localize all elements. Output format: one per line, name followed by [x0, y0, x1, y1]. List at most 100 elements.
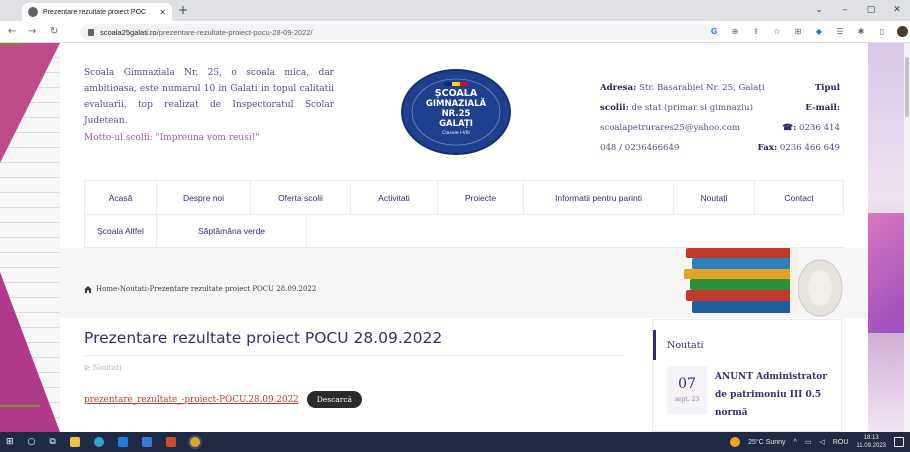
lock-icon: [88, 28, 94, 36]
nav-row: Școala Altfel Săptămâna verde: [84, 214, 844, 248]
phone-icon: ☎: [782, 123, 794, 133]
email-label: E-mail:: [805, 103, 840, 113]
profile-avatar[interactable]: [897, 26, 908, 37]
minimize-button[interactable]: –: [838, 2, 852, 18]
folder-icon: ⊵: [84, 363, 91, 372]
sidepanel-icon[interactable]: ▯: [876, 26, 888, 38]
browser-tab[interactable]: Prezentare rezultate proiect POC ✕: [22, 3, 172, 21]
url-domain: scoala25galati.ro: [100, 27, 157, 37]
phone-value-2: 048 / 0236466649: [600, 143, 680, 153]
address-label: Adresa:: [600, 83, 637, 93]
contact-row: Adresa: Str. Basarabiei Nr. 25, Galați T…: [600, 78, 840, 98]
taskbar-apps: ⊞ ○ ⧉: [6, 432, 200, 452]
email-value[interactable]: scoalapetrurares25@yahoo.com: [600, 118, 740, 138]
post-title: Prezentare rezultate proiect POCU 28.09.…: [84, 329, 443, 347]
sidebar-accent: [653, 330, 656, 360]
store-icon[interactable]: [141, 437, 152, 447]
close-window-button[interactable]: ✕: [890, 2, 904, 18]
reload-icon[interactable]: ↻: [50, 25, 58, 39]
extension-icon[interactable]: ⊞: [792, 26, 804, 38]
nav-item-oferta-scolii[interactable]: Oferta scolii: [251, 181, 351, 214]
address-value: Str. Basarabiei Nr. 25, Galați: [639, 83, 765, 93]
nav-item-contact[interactable]: Contact: [755, 181, 844, 214]
bookmark-star-icon[interactable]: ☆: [771, 26, 783, 38]
nav-item-scoala-altfel[interactable]: Școala Altfel: [84, 215, 157, 247]
tray-chevron-icon[interactable]: ^: [794, 439, 797, 446]
notification-icon[interactable]: [894, 437, 904, 447]
maximize-button[interactable]: ▢: [864, 2, 878, 18]
page-viewport: Scoala Gimnaziala Nr. 25, o scoala mica,…: [0, 43, 910, 432]
decor-line: [0, 405, 40, 407]
nav-item-proiecte[interactable]: Proiecte: [438, 181, 524, 214]
breadcrumb-section[interactable]: Noutati: [120, 285, 147, 293]
file-explorer-icon[interactable]: [69, 437, 80, 447]
contact-block: Adresa: Str. Basarabiei Nr. 25, Galați T…: [600, 78, 840, 158]
address-bar[interactable]: scoala25galati.ro/prezentare-rezultate-p…: [80, 24, 720, 40]
nav-item-acasa[interactable]: Acasă: [84, 181, 157, 214]
windows-start-icon[interactable]: ⊞: [6, 437, 14, 447]
extension-diamond-icon[interactable]: ◆: [813, 26, 825, 38]
nav-item-informatii-parinti[interactable]: Informatii pentru parinti: [524, 181, 674, 214]
powerpoint-icon[interactable]: [165, 437, 176, 447]
home-icon: [84, 285, 92, 293]
tab-search-icon[interactable]: ⌄: [812, 2, 826, 18]
tab-title: Prezentare rezultate proiect POC: [43, 8, 147, 16]
globe-icon: [28, 7, 38, 17]
mail-icon[interactable]: [117, 437, 128, 447]
chrome-icon[interactable]: [189, 437, 200, 447]
network-icon[interactable]: ▭: [805, 438, 812, 446]
logo-line4: GALAȚI: [439, 119, 473, 129]
breadcrumb: Home › Noutati › Prezentare rezultate pr…: [84, 285, 316, 293]
close-tab-icon[interactable]: ✕: [159, 8, 166, 17]
forward-arrow-icon[interactable]: →: [28, 25, 36, 39]
weather-icon: [730, 437, 741, 447]
url-text: scoala25galati.ro/prezentare-rezultate-p…: [100, 28, 313, 37]
background-decoration: [0, 272, 60, 432]
post-category: ⊵ Noutati: [84, 363, 122, 372]
clock-time: 18:13: [863, 435, 879, 441]
logo-line3: NR.25: [442, 109, 471, 119]
scrollbar-thumb[interactable]: [905, 57, 909, 117]
search-icon[interactable]: ○: [28, 437, 36, 447]
weather-text[interactable]: 25°C Sunny: [748, 439, 785, 446]
zoom-icon[interactable]: ⊕: [729, 26, 741, 38]
page-scrollbar[interactable]: [904, 43, 910, 432]
extension-list-icon[interactable]: ☰: [834, 26, 846, 38]
breadcrumb-current: Prezentare rezultate proiect POCU 28.09.…: [149, 285, 317, 293]
attachment-row: prezentare_rezultate_-proiect-POCU.28.09…: [84, 391, 363, 408]
new-tab-button[interactable]: +: [178, 3, 188, 17]
clock-date: 11.09.2023: [856, 443, 886, 449]
breadcrumb-band: Home › Noutati › Prezentare rezultate pr…: [60, 248, 868, 318]
nav-item-noutati[interactable]: Noutați: [674, 181, 755, 214]
news-date-month: sept. 23: [674, 396, 700, 403]
nav-item-despre-noi[interactable]: Despre noi: [157, 181, 251, 214]
books-illustration: [684, 248, 843, 317]
school-logo[interactable]: ȘCOALA GIMNAZIALĂ NR.25 GALAȚI Clasele I…: [400, 69, 512, 155]
volume-icon[interactable]: ◁: [819, 438, 824, 446]
post-category-link[interactable]: Noutati: [93, 363, 122, 372]
logo-line1: ȘCOALA: [435, 88, 478, 99]
language-indicator[interactable]: ROU: [833, 439, 849, 446]
download-button[interactable]: Descarcă: [306, 391, 363, 408]
share-icon[interactable]: ⇪: [750, 26, 762, 38]
back-arrow-icon[interactable]: ←: [8, 25, 16, 39]
type-value: de stat (primar si gimnaziu): [631, 103, 753, 113]
taskbar-clock[interactable]: 18:13 11.09.2023: [856, 434, 886, 450]
puzzle-icon[interactable]: ✱: [855, 26, 867, 38]
file-link[interactable]: prezentare_rezultate_-proiect-POCU.28.09…: [84, 395, 299, 405]
contact-row: scoalapetrurares25@yahoo.com ☎: 0236 414: [600, 118, 840, 138]
news-item-title[interactable]: ANUNT Administrator de patrimoniu III 0.…: [715, 368, 835, 422]
nav-item-saptamana-verde[interactable]: Săptămâna verde: [157, 215, 307, 247]
sidebar-heading: Noutati: [667, 340, 704, 351]
type-label: Tipul: [814, 83, 840, 93]
toolbar-icons: G ⊕ ⇪ ☆ ⊞ ◆ ☰ ✱ ▯ ⋮: [708, 26, 910, 38]
nav-item-activitati[interactable]: Activitati: [351, 181, 438, 214]
fax-label: Fax:: [757, 143, 778, 153]
edge-icon[interactable]: [93, 437, 104, 447]
google-icon[interactable]: G: [708, 26, 720, 38]
phone-label: :: [793, 123, 797, 133]
contact-row: 048 / 0236466649 Fax: 0236 466 649: [600, 138, 840, 158]
breadcrumb-home[interactable]: Home: [96, 285, 117, 293]
browser-toolbar: ← → ↻ scoala25galati.ro/prezentare-rezul…: [0, 21, 910, 43]
task-view-icon[interactable]: ⧉: [49, 437, 55, 447]
